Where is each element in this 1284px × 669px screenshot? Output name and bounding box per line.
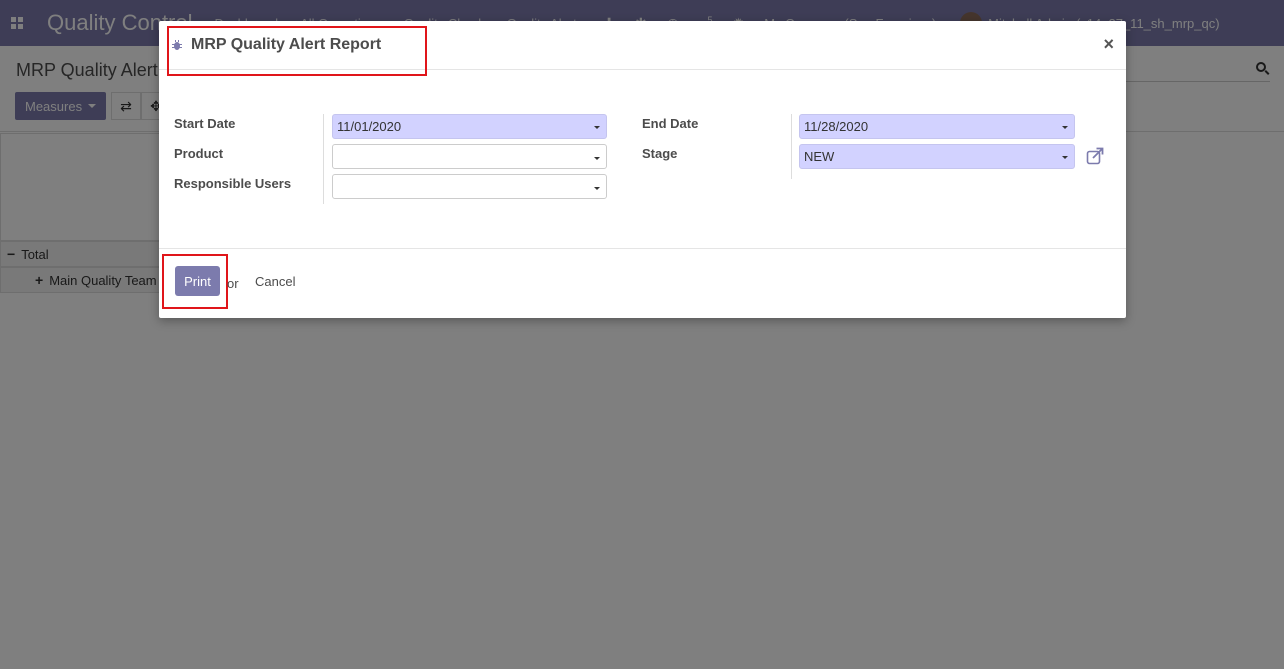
stage-select[interactable]: NEW — [799, 144, 1075, 169]
caret-down-icon — [594, 187, 600, 190]
end-date-field[interactable]: 11/28/2020 — [799, 114, 1075, 139]
caret-down-icon — [1062, 126, 1068, 129]
external-link-icon[interactable] — [1086, 147, 1104, 165]
caret-down-icon — [594, 157, 600, 160]
responsible-users-select[interactable] — [332, 174, 607, 199]
dialog-body: Start Date 11/01/2020 Product Responsibl… — [159, 70, 1126, 248]
end-date-label: End Date — [642, 116, 699, 131]
start-date-label: Start Date — [174, 116, 236, 131]
responsible-users-label: Responsible Users — [174, 176, 292, 191]
dialog-footer: Print or Cancel — [159, 248, 1126, 318]
column-separator-left — [323, 114, 324, 204]
caret-down-icon — [1062, 156, 1068, 159]
title-highlight-box — [167, 26, 427, 76]
cancel-button[interactable]: Cancel — [255, 274, 295, 289]
report-dialog: MRP Quality Alert Report × Start Date 11… — [159, 21, 1126, 318]
end-date-value: 11/28/2020 — [804, 119, 869, 134]
product-select[interactable] — [332, 144, 607, 169]
stage-label: Stage — [642, 146, 678, 161]
column-separator-right — [791, 114, 792, 179]
product-label: Product — [174, 146, 224, 161]
stage-value: NEW — [804, 149, 835, 164]
or-text: or — [227, 276, 239, 291]
start-date-field[interactable]: 11/01/2020 — [332, 114, 607, 139]
caret-down-icon — [594, 126, 600, 129]
start-date-value: 11/01/2020 — [337, 119, 402, 134]
print-highlight-box — [162, 254, 228, 309]
close-icon[interactable]: × — [1103, 34, 1114, 55]
